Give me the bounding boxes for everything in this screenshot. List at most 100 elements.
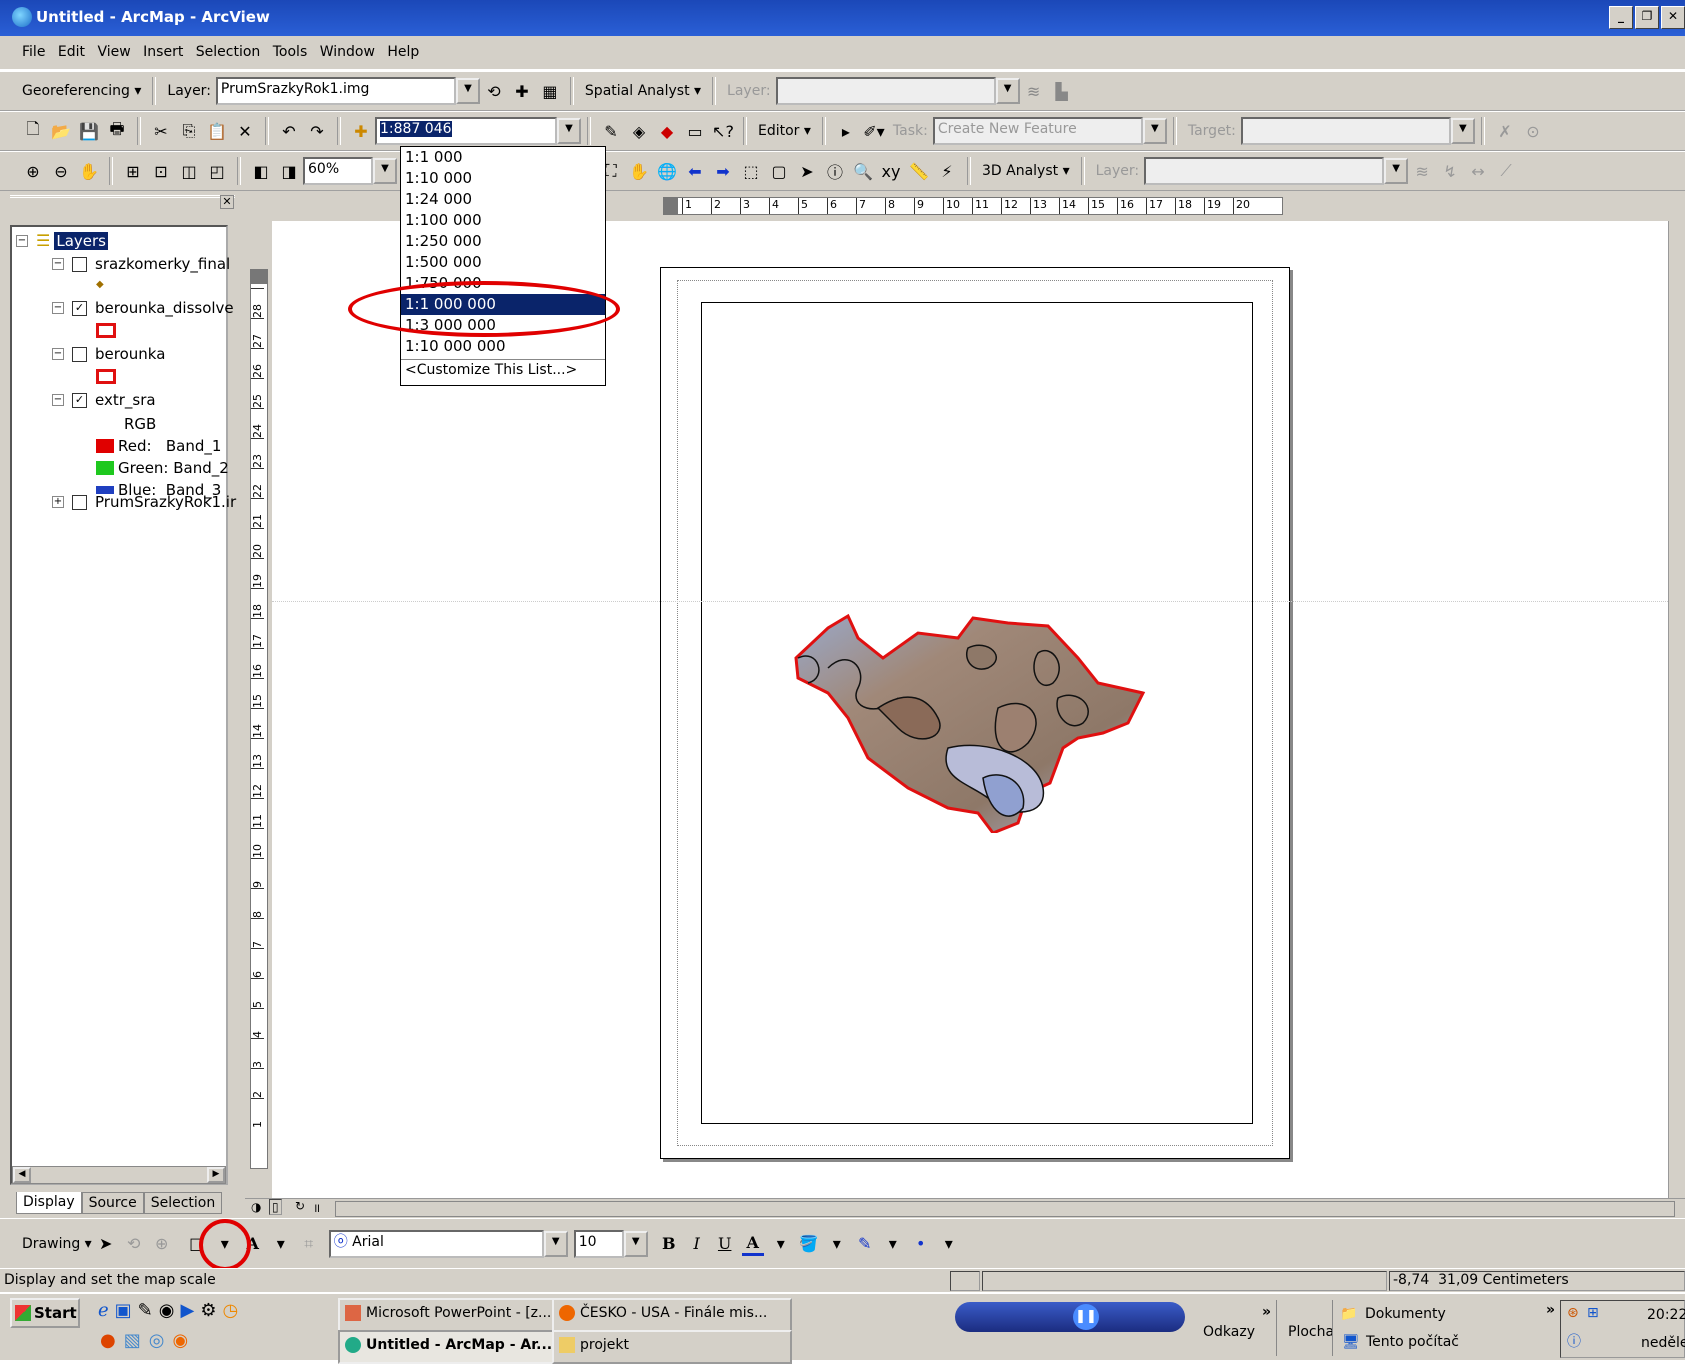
save-quicklaunch-icon[interactable]: ▣	[115, 1300, 132, 1321]
odkazy-label[interactable]: Odkazy	[1203, 1324, 1255, 1340]
map-scale-input[interactable]: 1:887 046	[375, 117, 557, 145]
identify-icon[interactable]: ⓘ	[824, 160, 846, 182]
scale-option[interactable]: 1:1 000	[401, 147, 605, 168]
clock-icon[interactable]: ◷	[222, 1300, 238, 1321]
menu-view[interactable]: View	[93, 44, 134, 60]
layer-row[interactable]: − ✓ extr_sra	[52, 391, 156, 409]
task-dropdown[interactable]: ▼	[1142, 118, 1167, 144]
fixed-zoom-in-icon[interactable]: ◫	[178, 160, 200, 182]
font-name-select[interactable]: ⓞ Arial	[328, 1229, 544, 1258]
layers-root-label[interactable]: Layers	[54, 231, 108, 250]
font-size-input[interactable]: 10	[573, 1229, 624, 1258]
3d-analyst-menu[interactable]: 3D Analyst ▾	[982, 163, 1070, 179]
menu-window[interactable]: Window	[316, 44, 379, 60]
pause-icon[interactable]: ❚❚	[1073, 1304, 1099, 1330]
player-icon[interactable]: ▶	[180, 1300, 194, 1321]
sketch-tool-icon[interactable]: ✐▾	[863, 120, 885, 142]
back-arrow-icon[interactable]: ⬅	[684, 160, 706, 182]
plocha-label[interactable]: Plocha	[1288, 1324, 1334, 1340]
select-features-icon[interactable]: ⬚	[740, 160, 762, 182]
customize-list-option[interactable]: <Customize This List...>	[401, 359, 605, 381]
menu-file[interactable]: File	[18, 44, 49, 60]
line-color-icon[interactable]: ✎	[854, 1233, 876, 1255]
tab-selection[interactable]: Selection	[143, 1192, 223, 1214]
rotate-icon[interactable]: ⟲	[483, 80, 505, 102]
font-color-dropdown[interactable]: ▾	[770, 1233, 792, 1255]
italic-button[interactable]: I	[686, 1233, 708, 1255]
undo-icon[interactable]: ↶	[278, 120, 300, 142]
toc-close-icon[interactable]: ✕	[220, 195, 234, 209]
create-contours-icon[interactable]: ≋	[1411, 160, 1433, 182]
tools-icon[interactable]: ✎	[138, 1300, 153, 1321]
tento-pocitac-label[interactable]: Tento počítač	[1366, 1334, 1459, 1350]
steepest-path-icon[interactable]: ↯	[1439, 160, 1461, 182]
command-line-icon[interactable]: ▭	[684, 120, 706, 142]
print-icon[interactable]: 🖶	[106, 119, 128, 142]
zoom-in-layout-icon[interactable]: ⊕	[22, 160, 44, 182]
zoom-100-icon[interactable]: ⊡	[150, 160, 172, 182]
scale-option[interactable]: 1:10 000	[401, 168, 605, 189]
pan-icon[interactable]: ✋	[628, 160, 650, 182]
menu-tools[interactable]: Tools	[269, 44, 312, 60]
copy-icon[interactable]: ⎘	[178, 120, 200, 142]
scroll-right-button[interactable]: ▶	[207, 1167, 225, 1183]
media-icon[interactable]: ◉	[159, 1300, 175, 1321]
zoom-to-selected-icon[interactable]: ⊕	[151, 1233, 173, 1255]
hyperlink-icon[interactable]: ⚡	[936, 160, 958, 182]
select-elements-icon[interactable]: ➤	[796, 160, 818, 182]
target-select[interactable]	[1240, 117, 1451, 145]
underline-button[interactable]: U	[714, 1233, 736, 1255]
layer-visibility-checkbox[interactable]: ✓	[72, 300, 87, 316]
contour-icon[interactable]: ≋	[1023, 80, 1045, 102]
layer-visibility-checkbox[interactable]	[72, 346, 87, 362]
georef-layer-select[interactable]: PrumSrazkyRok1.img	[215, 77, 456, 105]
scroll-left-button[interactable]: ◀	[13, 1167, 31, 1183]
vertical-scrollbar[interactable]	[1668, 221, 1685, 1198]
scale-option[interactable]: 1:250 000	[401, 231, 605, 252]
layout-view-icon[interactable]: ▯	[269, 1199, 282, 1215]
toolbar-expand-icon[interactable]: »	[1262, 1304, 1271, 1320]
disc-icon[interactable]: ◎	[149, 1330, 165, 1351]
add-control-points-icon[interactable]: ✚	[511, 80, 533, 102]
font-color-button[interactable]: A	[741, 1231, 764, 1256]
redo-icon[interactable]: ↷	[306, 120, 328, 142]
rotate-tool-icon[interactable]: ⊙	[1522, 120, 1544, 142]
expand-toggle[interactable]: −	[16, 234, 28, 247]
target-dropdown[interactable]: ▼	[1450, 118, 1475, 144]
delete-icon[interactable]: ✕	[234, 120, 256, 142]
layout-page[interactable]	[660, 267, 1290, 1159]
arctoolbox-icon[interactable]: ◈	[628, 120, 650, 142]
fill-color-icon[interactable]: 🪣	[798, 1233, 820, 1255]
drawing-menu[interactable]: Drawing ▾	[22, 1236, 92, 1252]
spatial-analyst-menu[interactable]: Spatial Analyst ▾	[585, 83, 701, 99]
rotate-element-icon[interactable]: ⟲	[123, 1233, 145, 1255]
scale-option[interactable]: 1:10 000 000	[401, 336, 605, 357]
3d-layer-select[interactable]	[1144, 157, 1385, 185]
arccatalog-icon[interactable]: ◆	[656, 120, 678, 142]
paste-icon[interactable]: 📋	[206, 120, 228, 142]
tray-expand-icon[interactable]: »	[1546, 1302, 1555, 1318]
ie-icon[interactable]: ℯ	[98, 1300, 109, 1321]
tray-app-icon[interactable]: ⊛	[1567, 1305, 1579, 1321]
zoom-whole-page-icon[interactable]: ⊞	[122, 160, 144, 182]
georef-layer-dropdown[interactable]: ▼	[455, 78, 480, 104]
font-name-dropdown[interactable]: ▼	[543, 1230, 568, 1257]
taskbar-firefox[interactable]: ČESKO - USA - Finále mis...	[552, 1298, 792, 1332]
spatial-layer-dropdown[interactable]: ▼	[995, 78, 1020, 104]
edit-tool-icon[interactable]: ▸	[835, 120, 857, 142]
scale-option[interactable]: 1:500 000	[401, 252, 605, 273]
taskbar-projekt[interactable]: projekt	[552, 1330, 792, 1364]
data-view-icon[interactable]: ◑	[251, 1200, 261, 1214]
spatial-layer-select[interactable]	[775, 77, 996, 105]
map-scale-dropdown-list[interactable]: 1:1 000 1:10 000 1:24 000 1:100 000 1:25…	[400, 146, 606, 386]
start-button[interactable]: Start	[10, 1298, 80, 1328]
next-extent-icon[interactable]: ◨	[278, 160, 300, 182]
bold-button[interactable]: B	[658, 1233, 680, 1255]
profile-graph-icon[interactable]: ⟋	[1495, 160, 1517, 182]
fill-color-dropdown[interactable]: ▾	[826, 1233, 848, 1255]
save-icon[interactable]: 💾	[78, 120, 100, 142]
toc-horizontal-scrollbar[interactable]: ◀ ▶	[12, 1166, 226, 1184]
scale-option[interactable]: 1:24 000	[401, 189, 605, 210]
select-elements-tool-icon[interactable]: ➤	[95, 1233, 117, 1255]
layer-row[interactable]: − srazkomerky_final	[52, 255, 230, 273]
